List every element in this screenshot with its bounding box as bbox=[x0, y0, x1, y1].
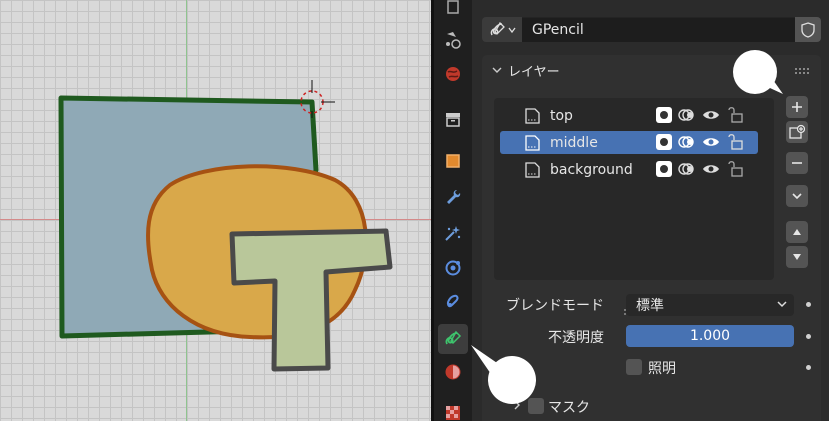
grease-pencil-drawing bbox=[58, 80, 393, 372]
modifier-icon[interactable] bbox=[438, 182, 468, 212]
add-layer-icon bbox=[792, 102, 802, 112]
data-block-selector: GPencil bbox=[482, 17, 821, 42]
layer-icon bbox=[525, 107, 540, 124]
mask-layer-icon[interactable] bbox=[656, 161, 672, 177]
layer-name: top bbox=[550, 107, 573, 124]
tool-icon[interactable] bbox=[438, 0, 468, 22]
layer-specials-menu[interactable] bbox=[786, 185, 808, 207]
layer-list[interactable]: top middle background bbox=[494, 98, 774, 315]
constraint-icon[interactable] bbox=[438, 287, 468, 317]
layers-section-header[interactable]: レイヤー bbox=[482, 55, 821, 85]
mask-subpanel-label: マスク bbox=[548, 400, 590, 416]
chevron-down-icon bbox=[507, 27, 516, 33]
physics-icon[interactable] bbox=[438, 253, 468, 283]
move-layer-up-button[interactable] bbox=[786, 221, 808, 243]
keyframe-dot[interactable] bbox=[806, 365, 811, 370]
shield-icon bbox=[801, 21, 815, 38]
lights-checkbox[interactable] bbox=[626, 359, 642, 375]
layer-row[interactable]: background bbox=[500, 158, 758, 181]
layer-name: background bbox=[550, 161, 633, 178]
eye-icon[interactable] bbox=[702, 108, 720, 122]
opacity-slider[interactable]: 1.000 bbox=[626, 325, 794, 347]
gpencil-data-icon bbox=[490, 21, 505, 35]
chevron-right-icon[interactable] bbox=[512, 400, 522, 410]
viewport[interactable] bbox=[0, 0, 431, 421]
add-layer-button[interactable] bbox=[786, 96, 808, 118]
shader-fx-icon[interactable] bbox=[438, 218, 468, 248]
fake-user-button[interactable] bbox=[795, 17, 821, 42]
world-icon[interactable] bbox=[438, 59, 468, 89]
remove-layer-button[interactable] bbox=[786, 152, 808, 174]
add-layer-group-button[interactable] bbox=[786, 121, 808, 143]
keyframe-dot[interactable] bbox=[806, 302, 811, 307]
menu-chevron-icon bbox=[792, 193, 802, 200]
eye-icon[interactable] bbox=[702, 162, 720, 176]
properties-panel: GPencil レイヤー top middle background ブレンドモ… bbox=[472, 0, 829, 421]
blend-mode-value: 標準 bbox=[636, 298, 664, 314]
gpencil-data-icon[interactable] bbox=[438, 324, 468, 354]
opacity-label: 不透明度 bbox=[548, 330, 604, 346]
layer-name: middle bbox=[550, 134, 598, 151]
lights-label: 照明 bbox=[648, 361, 676, 377]
keyframe-dot[interactable] bbox=[806, 334, 811, 339]
chevron-down-icon bbox=[777, 301, 787, 308]
drag-grip-icon bbox=[795, 68, 809, 74]
blend-mode-dropdown[interactable]: 標準 bbox=[626, 294, 794, 316]
layer-icon bbox=[525, 134, 540, 151]
blend-mode-label: ブレンドモード bbox=[506, 298, 604, 314]
lock-open-icon[interactable] bbox=[726, 161, 744, 177]
section-title: レイヤー bbox=[508, 64, 560, 80]
move-down-icon bbox=[793, 254, 801, 260]
onion-skin-icon[interactable] bbox=[678, 161, 696, 177]
mask-layer-icon[interactable] bbox=[656, 134, 672, 150]
mask-checkbox[interactable] bbox=[528, 398, 544, 414]
lock-open-icon[interactable] bbox=[726, 134, 744, 150]
object-icon[interactable] bbox=[438, 146, 468, 176]
onion-skin-icon[interactable] bbox=[678, 107, 696, 123]
layer-row[interactable]: top bbox=[500, 104, 758, 127]
properties-tab-bar bbox=[434, 0, 472, 421]
lock-open-icon[interactable] bbox=[726, 107, 744, 123]
move-up-icon bbox=[793, 229, 801, 235]
data-type-button[interactable] bbox=[482, 17, 522, 42]
move-layer-down-button[interactable] bbox=[786, 246, 808, 268]
remove-layer-icon bbox=[792, 162, 802, 164]
mask-layer-icon[interactable] bbox=[656, 107, 672, 123]
data-name-field[interactable]: GPencil bbox=[522, 17, 795, 42]
collection-icon[interactable] bbox=[438, 104, 468, 134]
eye-icon[interactable] bbox=[702, 135, 720, 149]
chevron-down-icon bbox=[492, 67, 502, 73]
material-icon[interactable] bbox=[438, 357, 468, 387]
layer-icon bbox=[525, 161, 540, 178]
layers-section: レイヤー top middle background ブレンドモード 標準 不透… bbox=[482, 55, 821, 421]
onion-skin-icon[interactable] bbox=[678, 134, 696, 150]
add-layer-group-icon bbox=[789, 124, 805, 139]
layer-row-active[interactable]: middle bbox=[500, 131, 758, 154]
texture-icon[interactable] bbox=[438, 398, 468, 421]
scene-icon[interactable] bbox=[438, 25, 468, 55]
